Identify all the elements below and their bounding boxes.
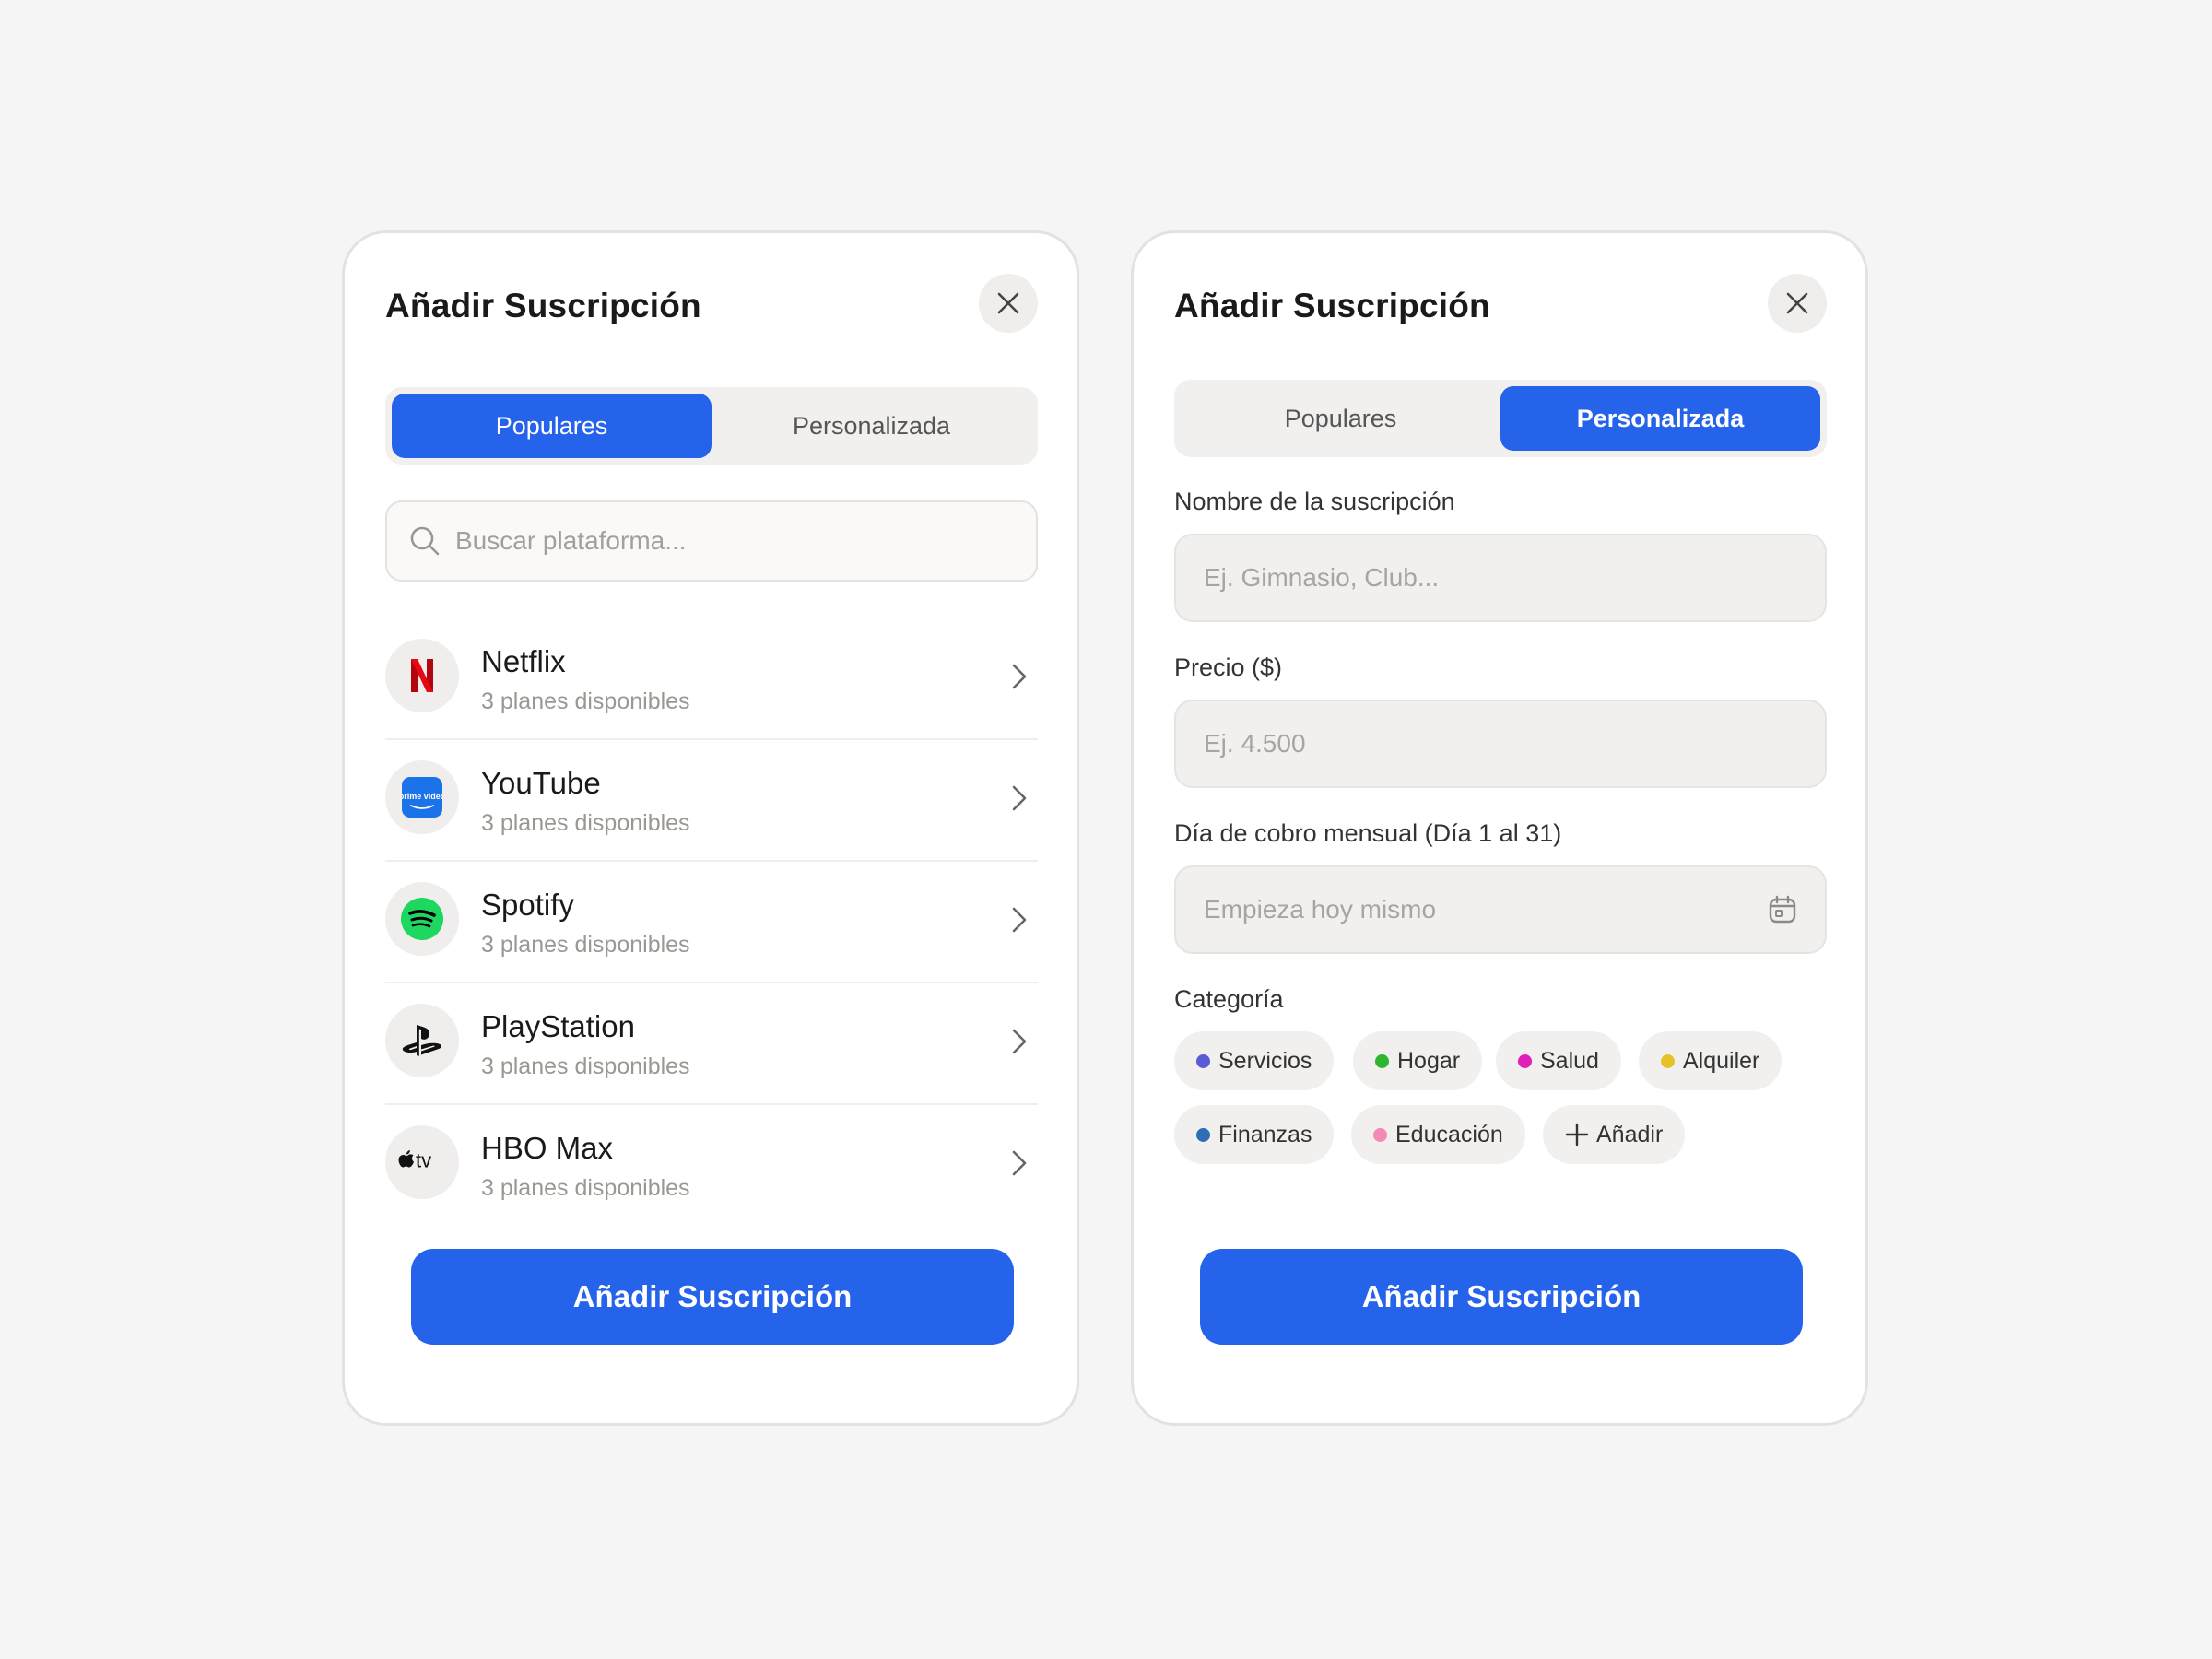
apple-tv-logo-icon: tv: [385, 1125, 459, 1199]
add-category-button[interactable]: Añadir: [1543, 1105, 1686, 1164]
chip-label: Educación: [1395, 1121, 1503, 1147]
chevron-right-icon: [1012, 907, 1027, 933]
chip-label: Alquiler: [1683, 1047, 1760, 1074]
category-chip-finanzas[interactable]: Finanzas: [1174, 1105, 1335, 1164]
netflix-logo-icon: [385, 639, 459, 712]
item-name: PlayStation: [481, 1009, 635, 1043]
item-subtitle: 3 planes disponibles: [481, 932, 690, 958]
list-item-spotify[interactable]: Spotify 3 planes disponibles: [385, 862, 1038, 983]
tab-switcher: Populares Personalizada: [1174, 380, 1827, 457]
list-item-playstation[interactable]: PlayStation 3 planes disponibles: [385, 983, 1038, 1105]
chip-label: Salud: [1540, 1047, 1599, 1074]
billing-day-label: Día de cobro mensual (Día 1 al 31): [1174, 819, 1562, 847]
tab-personalizada[interactable]: Personalizada: [1500, 386, 1820, 451]
prime-video-logo-text: prime video: [402, 792, 442, 801]
category-color-dot: [1373, 1127, 1387, 1142]
close-icon: [1786, 292, 1808, 314]
price-field[interactable]: Ej. 4.500: [1174, 700, 1827, 788]
search-input[interactable]: Buscar plataforma...: [385, 500, 1038, 582]
category-color-dot: [1196, 1127, 1210, 1142]
item-subtitle: 3 planes disponibles: [481, 1053, 690, 1079]
category-chip-hogar[interactable]: Hogar: [1353, 1031, 1483, 1090]
item-subtitle: 3 planes disponibles: [481, 1175, 690, 1201]
add-subscription-popular-panel: Añadir Suscripción Populares Personaliza…: [342, 230, 1079, 1426]
calendar-icon[interactable]: [1768, 895, 1797, 924]
list-item-hbo-max[interactable]: tv HBO Max 3 planes disponibles: [385, 1105, 1038, 1227]
close-button[interactable]: [1768, 274, 1827, 333]
panel-title: Añadir Suscripción: [1174, 287, 1490, 324]
billing-day-field[interactable]: Empieza hoy mismo: [1174, 865, 1827, 954]
panel-title: Añadir Suscripción: [385, 287, 701, 324]
tab-populares[interactable]: Populares: [392, 394, 712, 458]
chevron-right-icon: [1012, 664, 1027, 689]
field-placeholder: Ej. 4.500: [1204, 729, 1306, 758]
item-subtitle: 3 planes disponibles: [481, 688, 690, 714]
chip-label: Añadir: [1596, 1121, 1664, 1147]
field-placeholder: Empieza hoy mismo: [1204, 895, 1437, 924]
item-name: Spotify: [481, 888, 574, 922]
list-item-netflix[interactable]: Netflix 3 planes disponibles: [385, 618, 1038, 740]
close-icon: [997, 292, 1019, 314]
item-name: Netflix: [481, 644, 566, 678]
price-label: Precio ($): [1174, 653, 1283, 681]
item-subtitle: 3 planes disponibles: [481, 810, 690, 836]
tab-switcher: Populares Personalizada: [385, 387, 1038, 465]
chip-label: Hogar: [1397, 1047, 1461, 1074]
category-label: Categoría: [1174, 985, 1284, 1013]
apple-tv-logo-text: tv: [416, 1149, 431, 1172]
category-color-dot: [1661, 1053, 1675, 1068]
category-color-dot: [1196, 1053, 1210, 1068]
close-button[interactable]: [979, 274, 1038, 333]
chevron-right-icon: [1012, 1150, 1027, 1176]
category-chip-salud[interactable]: Salud: [1496, 1031, 1621, 1090]
chevron-right-icon: [1012, 785, 1027, 811]
field-placeholder: Ej. Gimnasio, Club...: [1204, 563, 1440, 592]
category-color-dot: [1518, 1053, 1532, 1068]
tab-populares[interactable]: Populares: [1181, 386, 1500, 451]
item-name: YouTube: [481, 766, 601, 800]
spotify-logo-icon: [385, 882, 459, 956]
add-subscription-button[interactable]: Añadir Suscripción: [1200, 1249, 1803, 1345]
chip-label: Finanzas: [1218, 1121, 1312, 1147]
add-subscription-button[interactable]: Añadir Suscripción: [411, 1249, 1014, 1345]
subscription-name-field[interactable]: Ej. Gimnasio, Club...: [1174, 534, 1827, 622]
chip-label: Servicios: [1218, 1047, 1312, 1074]
search-placeholder: Buscar plataforma...: [455, 526, 687, 555]
subscription-name-label: Nombre de la suscripción: [1174, 488, 1455, 515]
item-name: HBO Max: [481, 1131, 614, 1165]
add-subscription-custom-panel: Añadir Suscripción Populares Personaliza…: [1131, 230, 1868, 1426]
list-item-youtube[interactable]: prime video YouTube 3 planes disponibles: [385, 740, 1038, 862]
plus-icon: [1565, 1123, 1589, 1147]
tab-personalizada[interactable]: Personalizada: [712, 394, 1031, 458]
category-chip-servicios[interactable]: Servicios: [1174, 1031, 1335, 1090]
platform-list: Netflix 3 planes disponibles prime video…: [385, 618, 1038, 1227]
category-chip-alquiler[interactable]: Alquiler: [1639, 1031, 1783, 1090]
playstation-logo-icon: [385, 1004, 459, 1077]
search-icon: [410, 526, 440, 556]
chevron-right-icon: [1012, 1029, 1027, 1054]
category-color-dot: [1375, 1053, 1389, 1068]
prime-video-logo-icon: prime video: [385, 760, 459, 834]
category-chip-educacion[interactable]: Educación: [1351, 1105, 1525, 1164]
